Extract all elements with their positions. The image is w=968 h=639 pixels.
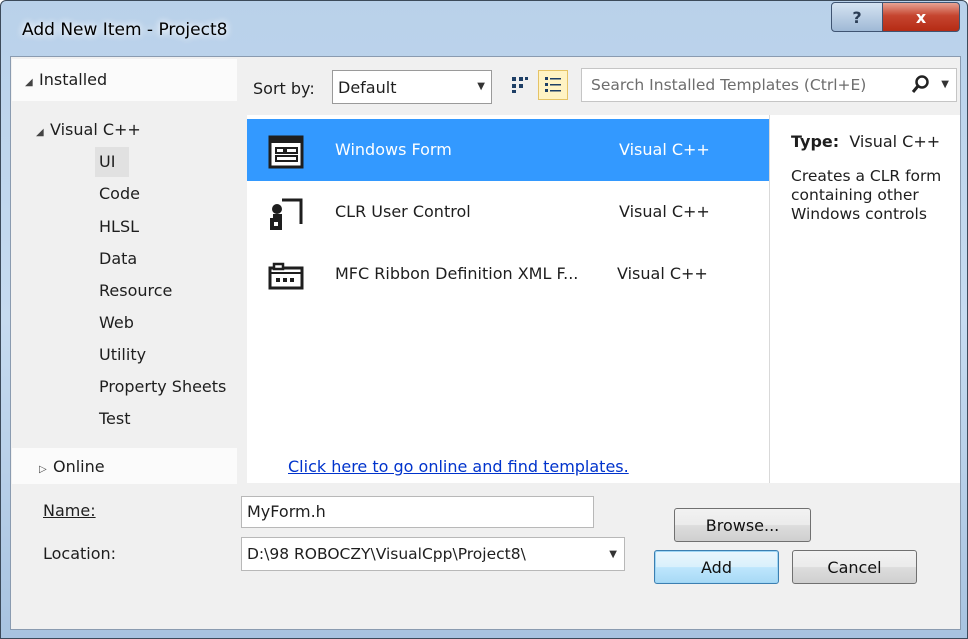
sort-by-select[interactable]: Default ▼ — [332, 70, 492, 104]
template-language: Visual C++ — [619, 202, 710, 221]
browse-button[interactable]: Browse... — [674, 508, 811, 542]
template-language: Visual C++ — [617, 264, 708, 283]
template-row-mfc-ribbon[interactable]: MFC Ribbon Definition XML F... Visual C+… — [247, 243, 769, 305]
close-icon: x — [915, 7, 927, 27]
name-label-text: Name: — [43, 501, 96, 520]
name-label: Name: — [43, 501, 96, 520]
tree-node-installed[interactable]: ◢ Installed — [12, 59, 237, 101]
template-name: CLR User Control — [335, 202, 471, 221]
sort-by-label: Sort by: — [253, 79, 315, 98]
template-description: Creates a CLR form containing other Wind… — [791, 167, 942, 223]
expanded-triangle-icon: ◢ — [25, 77, 33, 88]
tree-node-online[interactable]: ▷ Online — [12, 448, 237, 484]
tree-item-utility[interactable]: Utility — [99, 345, 146, 364]
small-icons-view-button[interactable] — [505, 70, 535, 100]
ribbon-icon — [268, 262, 304, 290]
template-type: Type: Visual C++ — [791, 132, 940, 151]
tree-item-code[interactable]: Code — [99, 184, 140, 203]
add-new-item-dialog: Add New Item - Project8 ? x ◢ Installed ◢… — [0, 0, 968, 639]
expanded-triangle-icon: ◢ — [36, 127, 44, 138]
grid-view-icon — [512, 77, 528, 93]
title-bar[interactable]: Add New Item - Project8 ? x — [1, 1, 967, 55]
template-row-clr-user-control[interactable]: CLR User Control Visual C++ — [247, 181, 769, 243]
template-list: Windows Form Visual C++ CLR User Control… — [247, 115, 769, 483]
list-view-button[interactable] — [538, 70, 568, 100]
search-dropdown-icon[interactable]: ▼ — [941, 79, 949, 90]
tree-label-visual-cpp: Visual C++ — [50, 120, 141, 139]
template-details-panel: Type: Visual C++ Creates a CLR form cont… — [769, 115, 960, 483]
dropdown-arrow-icon: ▼ — [477, 81, 485, 92]
tree-item-web[interactable]: Web — [99, 313, 134, 332]
template-toolbar: Sort by: Default ▼ Search Installed Temp… — [239, 57, 960, 115]
tree-item-property-sheets[interactable]: Property Sheets — [99, 377, 226, 396]
dropdown-arrow-icon: ▼ — [609, 549, 617, 560]
type-label: Type: — [791, 132, 840, 151]
windows-form-icon — [268, 135, 304, 169]
window-title: Add New Item - Project8 — [22, 20, 228, 40]
template-row-windows-form[interactable]: Windows Form Visual C++ — [247, 119, 769, 181]
add-button[interactable]: Add — [654, 550, 779, 584]
search-icon[interactable] — [911, 74, 931, 100]
search-templates-input[interactable]: Search Installed Templates (Ctrl+E) ▼ — [581, 68, 957, 102]
tree-item-data[interactable]: Data — [99, 249, 137, 268]
tree-item-test[interactable]: Test — [99, 409, 131, 428]
tree-label-installed: Installed — [39, 70, 108, 89]
type-value: Visual C++ — [849, 132, 941, 151]
item-options: Name: MyForm.h Location: D:\98 ROBOCZY\V… — [11, 484, 960, 629]
close-button[interactable]: x — [882, 2, 960, 32]
category-tree: ◢ Installed ◢ Visual C++ UI Code HLSL Data… — [11, 57, 239, 484]
template-language: Visual C++ — [619, 140, 710, 159]
collapsed-triangle-icon: ▷ — [39, 464, 47, 475]
tree-node-visual-cpp[interactable]: ◢ Visual C++ — [36, 120, 141, 139]
sort-by-value: Default — [338, 78, 397, 97]
help-button[interactable]: ? — [831, 2, 883, 32]
dialog-client-area: ◢ Installed ◢ Visual C++ UI Code HLSL Data… — [10, 56, 961, 630]
cancel-button[interactable]: Cancel — [792, 550, 917, 584]
tree-item-hlsl[interactable]: HLSL — [99, 217, 139, 236]
location-label: Location: — [43, 544, 117, 563]
user-control-icon — [270, 198, 303, 230]
tree-item-ui[interactable]: UI — [99, 152, 115, 171]
tree-item-resource[interactable]: Resource — [99, 281, 172, 300]
template-name: Windows Form — [335, 140, 452, 159]
search-placeholder: Search Installed Templates (Ctrl+E) — [591, 76, 867, 94]
template-name: MFC Ribbon Definition XML F... — [335, 264, 579, 283]
list-view-icon — [545, 77, 561, 92]
location-value: D:\98 ROBOCZY\VisualCpp\Project8\ — [247, 545, 526, 563]
name-field[interactable]: MyForm.h — [241, 496, 594, 528]
find-templates-online-link[interactable]: Click here to go online and find templat… — [288, 457, 629, 476]
tree-label-online: Online — [53, 457, 105, 476]
location-select[interactable]: D:\98 ROBOCZY\VisualCpp\Project8\ ▼ — [241, 537, 625, 571]
name-field-value: MyForm.h — [247, 502, 326, 521]
